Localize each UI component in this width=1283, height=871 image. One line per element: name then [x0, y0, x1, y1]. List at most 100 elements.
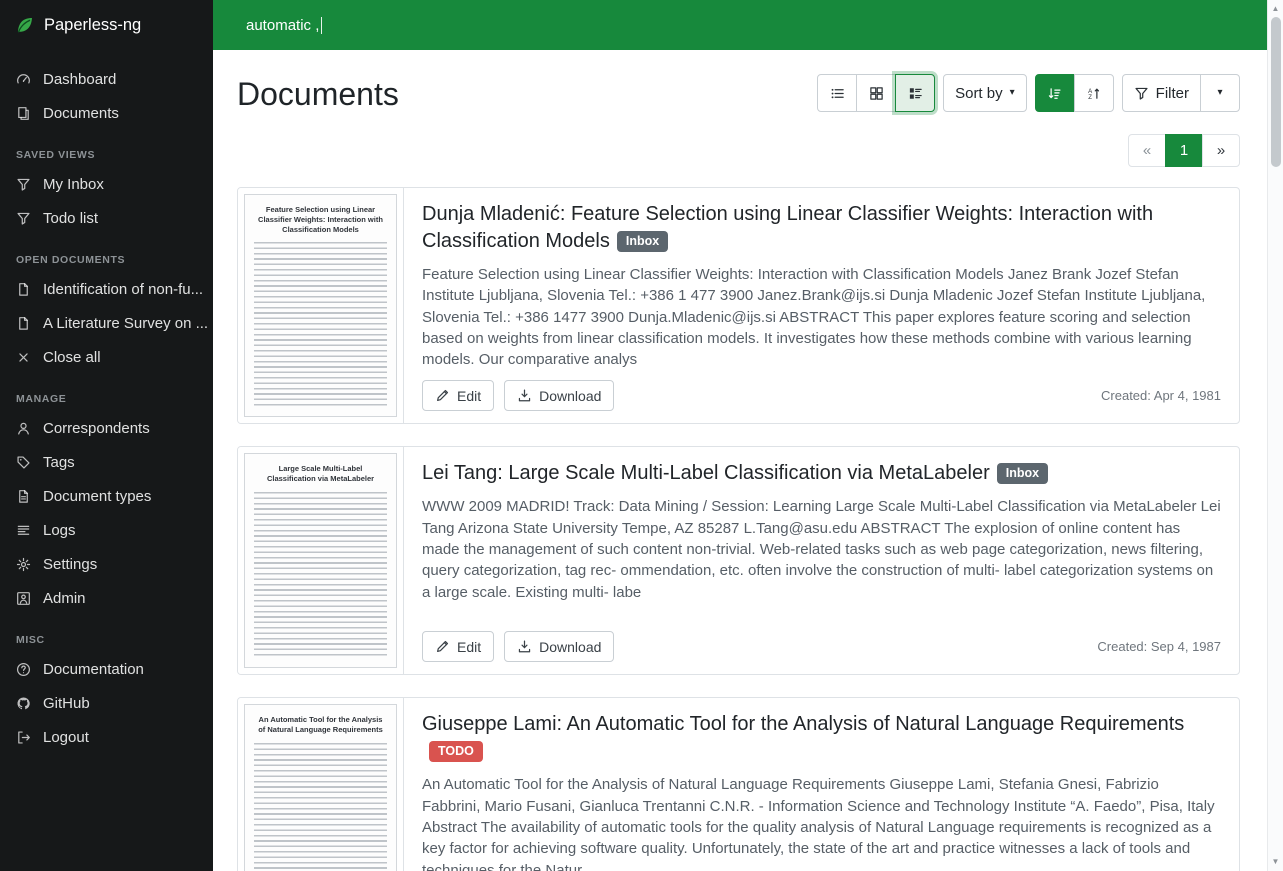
sidebar-item-settings[interactable]: Settings	[0, 547, 213, 581]
document-thumbnail[interactable]: Feature Selection using Linear Classifie…	[238, 188, 404, 423]
download-icon	[517, 639, 532, 654]
sidebar-item-documentation[interactable]: Documentation	[0, 652, 213, 686]
details-view-icon	[908, 86, 923, 101]
document-card-body: Giuseppe Lami: An Automatic Tool for the…	[404, 698, 1239, 871]
sidebar-item-label: Admin	[43, 590, 86, 607]
close-icon	[16, 350, 32, 365]
document-title-link[interactable]: Dunja Mladenić: Feature Selection using …	[422, 203, 1153, 252]
sidebar-item-tags[interactable]: Tags	[0, 445, 213, 479]
tag-badge[interactable]: Inbox	[617, 231, 668, 252]
chevron-down-icon: ▾	[1010, 88, 1015, 98]
document-title: Giuseppe Lami: An Automatic Tool for the…	[422, 711, 1221, 765]
gear-icon	[16, 557, 32, 572]
view-grid-button[interactable]	[856, 74, 896, 112]
funnel-icon	[1134, 86, 1149, 101]
thumbnail-title: An Automatic Tool for the Analysis of Na…	[254, 715, 387, 735]
edit-button[interactable]: Edit	[422, 631, 494, 662]
sidebar-item-identification-of-non-fu[interactable]: Identification of non-fu...	[0, 272, 213, 306]
edit-button[interactable]: Edit	[422, 380, 494, 411]
top-navbar: automatic ,	[213, 0, 1283, 50]
sidebar-item-my-inbox[interactable]: My Inbox	[0, 167, 213, 201]
brand[interactable]: Paperless-ng	[0, 0, 213, 50]
text-cursor	[321, 17, 322, 34]
download-icon	[517, 388, 532, 403]
pencil-icon	[435, 388, 450, 403]
sidebar-item-documents[interactable]: Documents	[0, 96, 213, 130]
funnel-icon	[16, 177, 32, 192]
search-input[interactable]: automatic ,	[246, 17, 1263, 34]
pagination-next[interactable]: »	[1202, 134, 1240, 167]
scrollbar-thumb[interactable]	[1271, 17, 1281, 167]
sidebar-item-github[interactable]: GitHub	[0, 686, 213, 720]
scroll-down-icon[interactable]: ▼	[1272, 856, 1280, 871]
document-excerpt: An Automatic Tool for the Analysis of Na…	[422, 774, 1221, 871]
created-date: Created: Sep 4, 1987	[1097, 639, 1221, 654]
sidebar-item-label: GitHub	[43, 695, 90, 712]
document-excerpt: Feature Selection using Linear Classifie…	[422, 264, 1221, 370]
download-label: Download	[539, 639, 601, 655]
download-button[interactable]: Download	[504, 631, 614, 662]
edit-label: Edit	[457, 639, 481, 655]
content-area: Documents Sort by	[213, 50, 1283, 871]
filter-caret-button[interactable]: ▾	[1200, 74, 1240, 112]
thumbnail-text-lines	[254, 743, 387, 871]
tag-badge[interactable]: TODO	[429, 741, 483, 762]
view-details-button[interactable]	[895, 74, 935, 112]
tag-badge[interactable]: Inbox	[997, 463, 1048, 484]
sidebar-item-label: Documents	[43, 105, 119, 122]
speedometer-icon	[16, 72, 32, 87]
scroll-up-icon[interactable]: ▲	[1272, 0, 1280, 15]
person-icon	[16, 421, 32, 436]
sidebar-item-a-literature-survey-on[interactable]: A Literature Survey on ...	[0, 306, 213, 340]
documents-toolbar: Sort by ▾ AZ Filter	[817, 74, 1240, 112]
sidebar-section-title-open-documents: OPEN DOCUMENTS	[0, 235, 213, 272]
pagination-prev[interactable]: «	[1128, 134, 1166, 167]
sidebar-item-label: Logout	[43, 729, 89, 746]
download-label: Download	[539, 388, 601, 404]
document-excerpt: WWW 2009 MADRID! Track: Data Mining / Se…	[422, 496, 1221, 602]
document-list: Feature Selection using Linear Classifie…	[237, 187, 1240, 871]
sidebar-item-label: Document types	[43, 488, 151, 505]
sort-by-dropdown[interactable]: Sort by ▾	[943, 74, 1027, 112]
sidebar-item-correspondents[interactable]: Correspondents	[0, 411, 213, 445]
scrollbar[interactable]: ▲ ▼	[1267, 0, 1283, 871]
pagination: « 1 »	[237, 134, 1240, 167]
filter-group: Filter ▾	[1122, 74, 1240, 112]
doctype-icon	[16, 489, 32, 504]
edit-label: Edit	[457, 388, 481, 404]
sidebar-item-logs[interactable]: Logs	[0, 513, 213, 547]
view-list-button[interactable]	[817, 74, 857, 112]
sidebar-item-logout[interactable]: Logout	[0, 720, 213, 754]
pagination-page-1[interactable]: 1	[1165, 134, 1203, 167]
filter-button[interactable]: Filter	[1122, 74, 1201, 112]
page-title: Documents	[237, 70, 399, 118]
sidebar-item-document-types[interactable]: Document types	[0, 479, 213, 513]
view-toggle-group	[817, 74, 935, 112]
page-header: Documents Sort by	[237, 70, 1240, 118]
sidebar-item-admin[interactable]: Admin	[0, 581, 213, 615]
created-date: Created: Apr 4, 1981	[1101, 388, 1221, 403]
logs-icon	[16, 523, 32, 538]
document-thumbnail[interactable]: An Automatic Tool for the Analysis of Na…	[238, 698, 404, 871]
documents-icon	[16, 106, 32, 121]
sidebar-item-todo-list[interactable]: Todo list	[0, 201, 213, 235]
sort-alpha-icon: AZ	[1086, 86, 1101, 101]
brand-name: Paperless-ng	[44, 16, 141, 35]
download-button[interactable]: Download	[504, 380, 614, 411]
main-column: automatic , Documents	[213, 0, 1283, 871]
sidebar-item-dashboard[interactable]: Dashboard	[0, 62, 213, 96]
github-icon	[16, 696, 32, 711]
grid-view-icon	[869, 86, 884, 101]
search-text: automatic ,	[246, 17, 319, 34]
funnel-icon	[16, 211, 32, 226]
sidebar-item-close-all[interactable]: Close all	[0, 340, 213, 374]
document-title-link[interactable]: Lei Tang: Large Scale Multi-Label Classi…	[422, 462, 990, 484]
document-thumbnail[interactable]: Large Scale Multi-Label Classification v…	[238, 447, 404, 674]
sort-descending-button[interactable]	[1035, 74, 1075, 112]
sidebar-item-label: A Literature Survey on ...	[43, 315, 208, 332]
sidebar-item-label: Todo list	[43, 210, 98, 227]
thumbnail-title: Feature Selection using Linear Classifie…	[254, 205, 387, 234]
thumbnail-text-lines	[254, 242, 387, 406]
document-title-link[interactable]: Giuseppe Lami: An Automatic Tool for the…	[422, 713, 1184, 735]
sort-alpha-button[interactable]: AZ	[1074, 74, 1114, 112]
